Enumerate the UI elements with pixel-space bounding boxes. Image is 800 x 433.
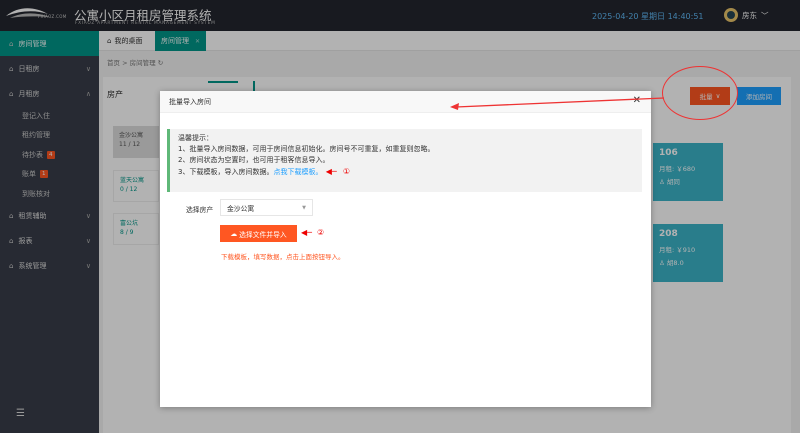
upload-button-label: 选择文件并导入 bbox=[239, 230, 287, 239]
annotation-marker: ② bbox=[317, 228, 325, 237]
annotation-marker: ① bbox=[342, 167, 351, 176]
caret-down-icon: ▼ bbox=[302, 204, 306, 211]
tip-line-text: 3、下载模板，导入房间数据。 bbox=[178, 168, 274, 176]
arrow-left-icon bbox=[450, 97, 665, 110]
dialog-title: 批量导入房间 bbox=[169, 97, 211, 106]
tip-title: 温馨提示： bbox=[178, 134, 213, 142]
upload-import-button[interactable]: ☁ 选择文件并导入 bbox=[220, 225, 297, 242]
form-label: 选择房产 bbox=[186, 206, 214, 214]
cloud-upload-icon: ☁ bbox=[230, 229, 238, 238]
tip-line: 3、下载模板，导入房间数据。点我下载模板。 ◀─ ① bbox=[178, 166, 634, 178]
download-template-link[interactable]: 点我下载模板。 bbox=[273, 168, 322, 176]
property-select[interactable]: 金沙公寓 ▼ bbox=[220, 199, 313, 216]
tip-box: 温馨提示： 1、批量导入房间数据，可用于房间信息初始化。房间号不可重复，如重复则… bbox=[167, 129, 642, 192]
arrow-left-icon: ◀─ bbox=[325, 167, 337, 176]
tip-line: 2、房间状态为空置时，也可用于租客信息导入。 bbox=[178, 156, 330, 164]
tip-line: 1、批量导入房间数据，可用于房间信息初始化。房间号不可重复，如重复则忽略。 bbox=[178, 145, 435, 153]
batch-import-dialog: 批量导入房间 ✕ 温馨提示： 1、批量导入房间数据，可用于房间信息初始化。房间号… bbox=[160, 91, 651, 407]
select-value: 金沙公寓 bbox=[227, 204, 255, 213]
highlight-ellipse bbox=[662, 66, 738, 120]
hint-text: 下载模板，填写数据，点击上面按钮导入。 bbox=[221, 253, 345, 261]
arrow-left-icon: ◀─ bbox=[301, 228, 312, 237]
